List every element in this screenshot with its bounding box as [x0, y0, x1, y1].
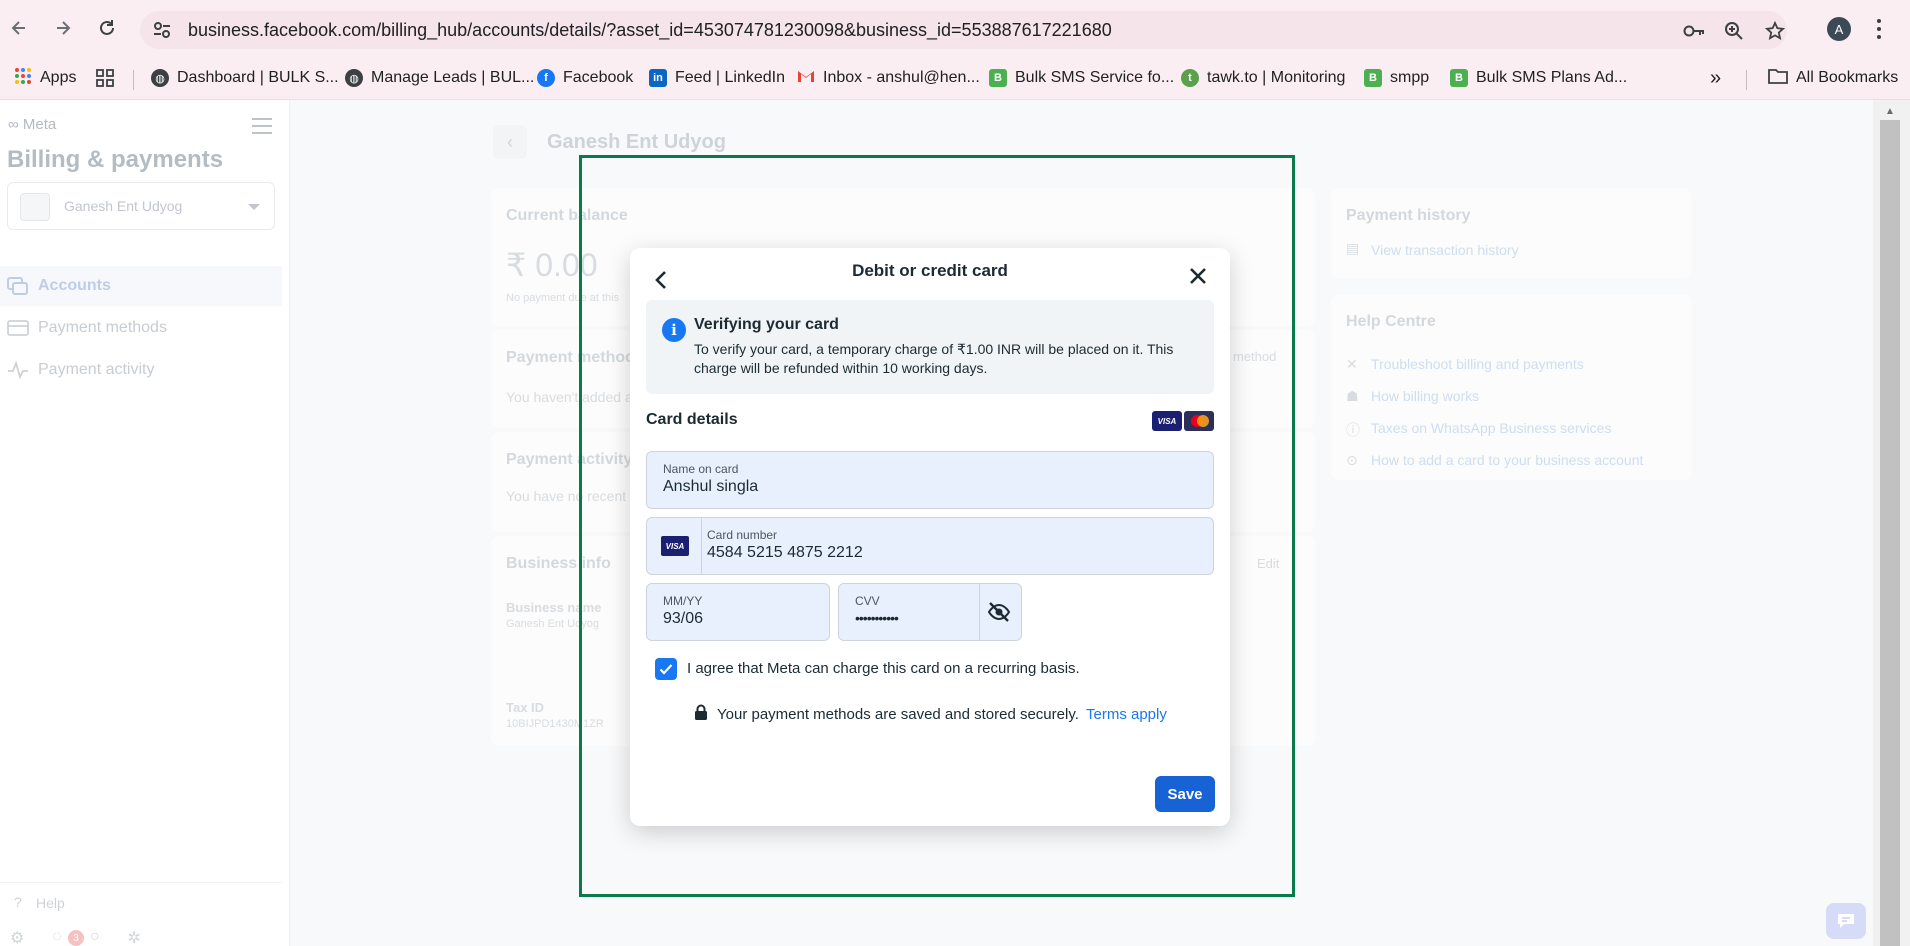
bookmark-bulk-sms-service[interactable]: B Bulk SMS Service fo...: [989, 66, 1174, 90]
debit-credit-card-dialog: Debit or credit card i Verifying your ca…: [630, 248, 1230, 826]
bookmark-label: Inbox - anshul@hen...: [823, 69, 980, 86]
all-bookmarks[interactable]: All Bookmarks: [1768, 66, 1898, 90]
bookmark-linkedin[interactable]: in Feed | LinkedIn: [649, 66, 785, 90]
apps-grid-icon: [14, 67, 32, 90]
verification-notice: i Verifying your card To verify your car…: [646, 300, 1214, 394]
bookmark-label: Feed | LinkedIn: [675, 69, 786, 86]
site-info-icon[interactable]: [152, 20, 172, 40]
bulksms-icon: B: [989, 69, 1007, 87]
notice-title: Verifying your card: [694, 316, 839, 333]
expiry-label: MM/YY: [663, 594, 703, 608]
forward-arrow-icon[interactable]: [50, 15, 76, 41]
back-arrow-icon[interactable]: [6, 15, 32, 41]
recurring-charge-checkbox[interactable]: [655, 658, 677, 680]
bookmark-manage-leads[interactable]: ◍ Manage Leads | BUL...: [345, 66, 534, 90]
reload-icon[interactable]: [94, 15, 120, 41]
globe-icon: ◍: [345, 69, 363, 87]
save-button[interactable]: Save: [1155, 776, 1215, 812]
notice-body: To verify your card, a temporary charge …: [694, 341, 1174, 376]
visa-logo-icon: VISA: [1152, 411, 1182, 431]
bookmark-label: smpp: [1390, 69, 1430, 86]
bookmark-smpp[interactable]: B smpp: [1364, 66, 1429, 90]
tab-groups-icon[interactable]: [96, 66, 114, 90]
recurring-charge-label[interactable]: I agree that Meta can charge this card o…: [687, 660, 1080, 677]
bookmark-star-icon[interactable]: [1764, 20, 1786, 42]
bookmark-label: Bulk SMS Service fo...: [1015, 69, 1175, 86]
folder-icon: [1768, 68, 1788, 89]
bookmark-label: tawk.to | Monitoring: [1207, 69, 1346, 86]
card-number-label: Card number: [707, 528, 778, 542]
bookmark-label: Apps: [40, 69, 77, 86]
card-number-value[interactable]: 4584 5215 4875 2212: [707, 544, 863, 562]
all-bookmarks-label: All Bookmarks: [1796, 69, 1899, 86]
name-on-card-value[interactable]: Anshul singla: [663, 478, 758, 496]
info-icon: i: [662, 318, 686, 342]
bulksms-icon: B: [1364, 69, 1382, 87]
scrollbar-thumb[interactable]: [1880, 120, 1900, 946]
more-bookmarks-chevron-icon[interactable]: »: [1710, 66, 1721, 90]
password-key-icon[interactable]: [1683, 20, 1705, 42]
bookmark-label: Facebook: [563, 69, 634, 86]
chat-support-icon[interactable]: [1826, 903, 1866, 939]
visa-card-icon: VISA: [661, 536, 689, 556]
bookmarks-bar: Apps ◍ Dashboard | BULK S... ◍ Manage Le…: [0, 56, 1910, 100]
profile-avatar[interactable]: A: [1827, 17, 1851, 41]
expiry-field[interactable]: MM/YY 93/06: [646, 583, 830, 641]
hide-password-eye-icon[interactable]: [987, 600, 1011, 624]
bookmark-label: Bulk SMS Plans Ad...: [1476, 69, 1628, 86]
gmail-icon: [797, 69, 815, 88]
cvv-field[interactable]: CVV •••••••••••: [838, 583, 1022, 641]
bookmark-dashboard[interactable]: ◍ Dashboard | BULK S...: [151, 66, 339, 90]
bookmark-tawk[interactable]: t tawk.to | Monitoring: [1181, 66, 1345, 90]
mastercard-logo-icon: [1184, 411, 1214, 431]
bookmark-facebook[interactable]: f Facebook: [537, 66, 633, 90]
name-on-card-field[interactable]: Name on card Anshul singla: [646, 451, 1214, 509]
expiry-value[interactable]: 93/06: [663, 610, 703, 628]
close-icon[interactable]: [1186, 264, 1210, 288]
address-bar[interactable]: business.facebook.com/billing_hub/accoun…: [140, 11, 1787, 49]
facebook-icon: f: [537, 69, 555, 87]
bookmark-label: Manage Leads | BUL...: [371, 69, 535, 86]
cvv-value[interactable]: •••••••••••: [855, 610, 899, 626]
terms-apply-link[interactable]: Terms apply: [1086, 706, 1167, 723]
name-on-card-label: Name on card: [663, 462, 739, 476]
card-details-heading: Card details: [646, 411, 738, 428]
browser-menu-icon[interactable]: [1870, 17, 1888, 41]
checkmark-icon: [659, 664, 673, 675]
card-number-field[interactable]: VISA Card number 4584 5215 4875 2212: [646, 517, 1214, 575]
bookmark-bulk-sms-plans[interactable]: B Bulk SMS Plans Ad...: [1450, 66, 1627, 90]
bulksms-icon: B: [1450, 69, 1468, 87]
scroll-up-arrow-icon[interactable]: ▲: [1880, 106, 1900, 120]
bookmark-apps[interactable]: Apps: [14, 66, 76, 90]
dialog-title: Debit or credit card: [852, 261, 1008, 280]
zoom-icon[interactable]: [1723, 20, 1745, 42]
url-text[interactable]: business.facebook.com/billing_hub/accoun…: [188, 20, 1112, 41]
globe-icon: ◍: [151, 69, 169, 87]
bookmark-gmail[interactable]: Inbox - anshul@hen...: [797, 66, 980, 90]
lock-icon: [695, 704, 707, 720]
tawk-icon: t: [1181, 69, 1199, 87]
secure-storage-text: Your payment methods are saved and store…: [717, 706, 1079, 723]
browser-toolbar: business.facebook.com/billing_hub/accoun…: [0, 0, 1910, 56]
linkedin-icon: in: [649, 69, 667, 87]
cvv-label: CVV: [855, 594, 880, 608]
bookmark-label: Dashboard | BULK S...: [177, 69, 339, 86]
